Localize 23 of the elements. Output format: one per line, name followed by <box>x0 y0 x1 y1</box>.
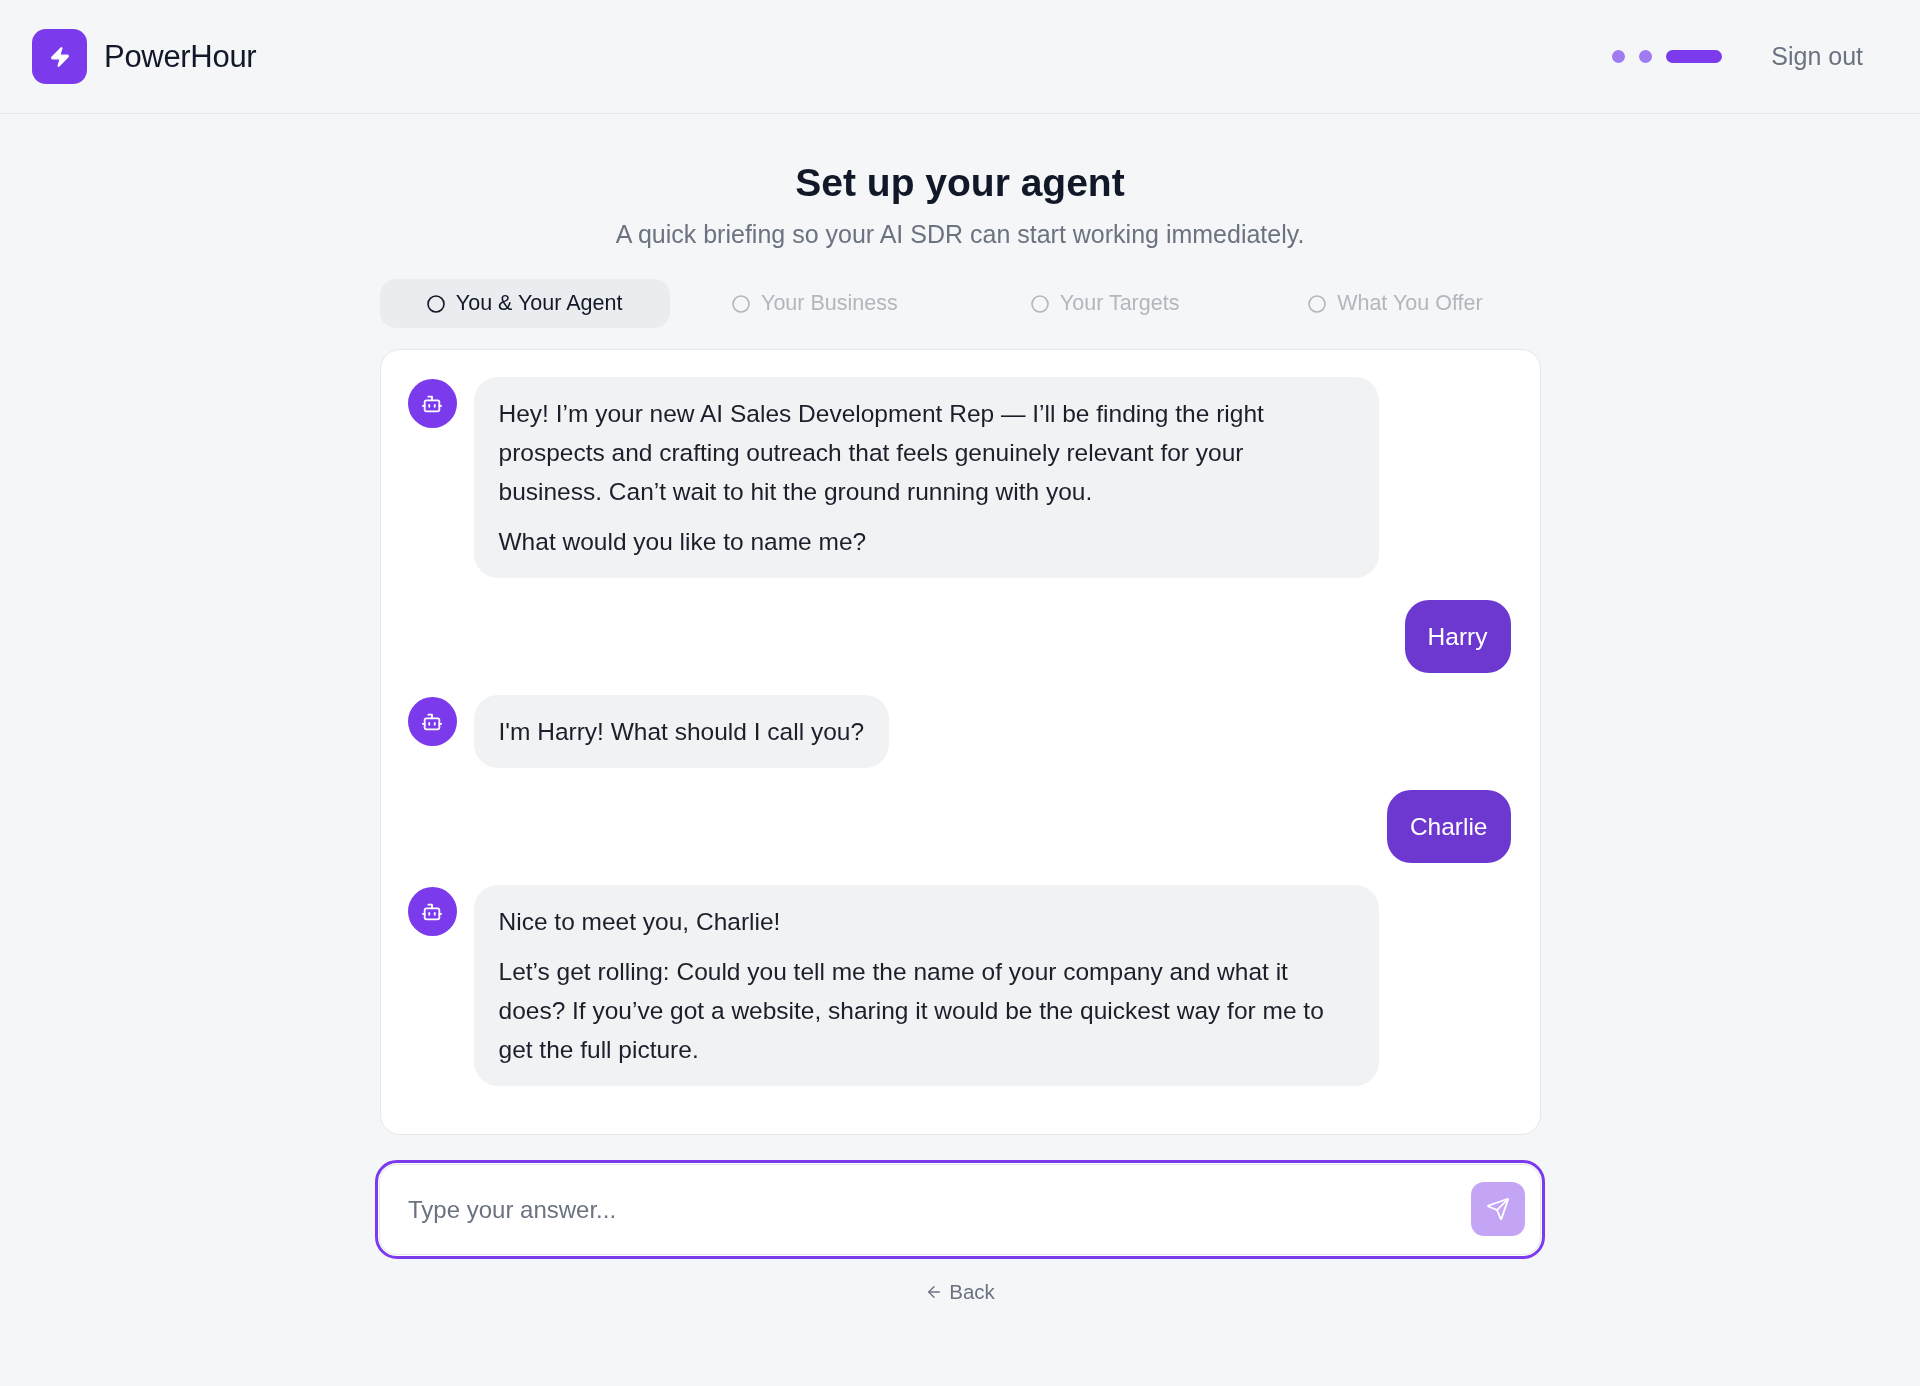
user-message: Charlie <box>1386 790 1511 863</box>
user-message: Harry <box>1404 600 1511 673</box>
circle-icon <box>732 294 751 313</box>
robot-icon <box>407 379 457 428</box>
robot-icon <box>407 697 457 746</box>
circle-icon <box>426 294 445 313</box>
brand-name: PowerHour <box>104 38 257 75</box>
back-button[interactable]: Back <box>919 1276 1001 1308</box>
message-text: I'm Harry! What should I call you? <box>498 717 864 747</box>
message-text: What would you like to name me? <box>498 527 868 557</box>
page-title: Set up your agent <box>795 160 1125 206</box>
circle-icon <box>1308 294 1327 313</box>
message-text: Hey! I’m your new AI Sales Development Rep — I’ll be finding the right prospects and crafting outreach that feels genuinely relevant for your business. Can’t wait to hit the ground running with you. <box>498 399 1265 507</box>
message-text: Let’s get rolling: Could you tell me the name of your company and what it does? If you’ve got a website, sharing it would be the quickest way for me to get the full picture. <box>498 957 1325 1065</box>
robot-icon <box>407 887 457 936</box>
circle-icon <box>1030 294 1049 313</box>
send-icon <box>1486 1197 1510 1221</box>
lightning-icon <box>32 29 87 84</box>
answer-field[interactable]: Type your answer... <box>375 1160 1545 1259</box>
sign-out-button[interactable]: Sign out <box>1761 34 1873 79</box>
step-tab[interactable]: You & Your Agent <box>379 279 670 328</box>
message-text: Nice to meet you, Charlie! <box>498 907 782 937</box>
page-subtitle: A quick briefing so your AI SDR can start working immediately. <box>615 219 1305 249</box>
